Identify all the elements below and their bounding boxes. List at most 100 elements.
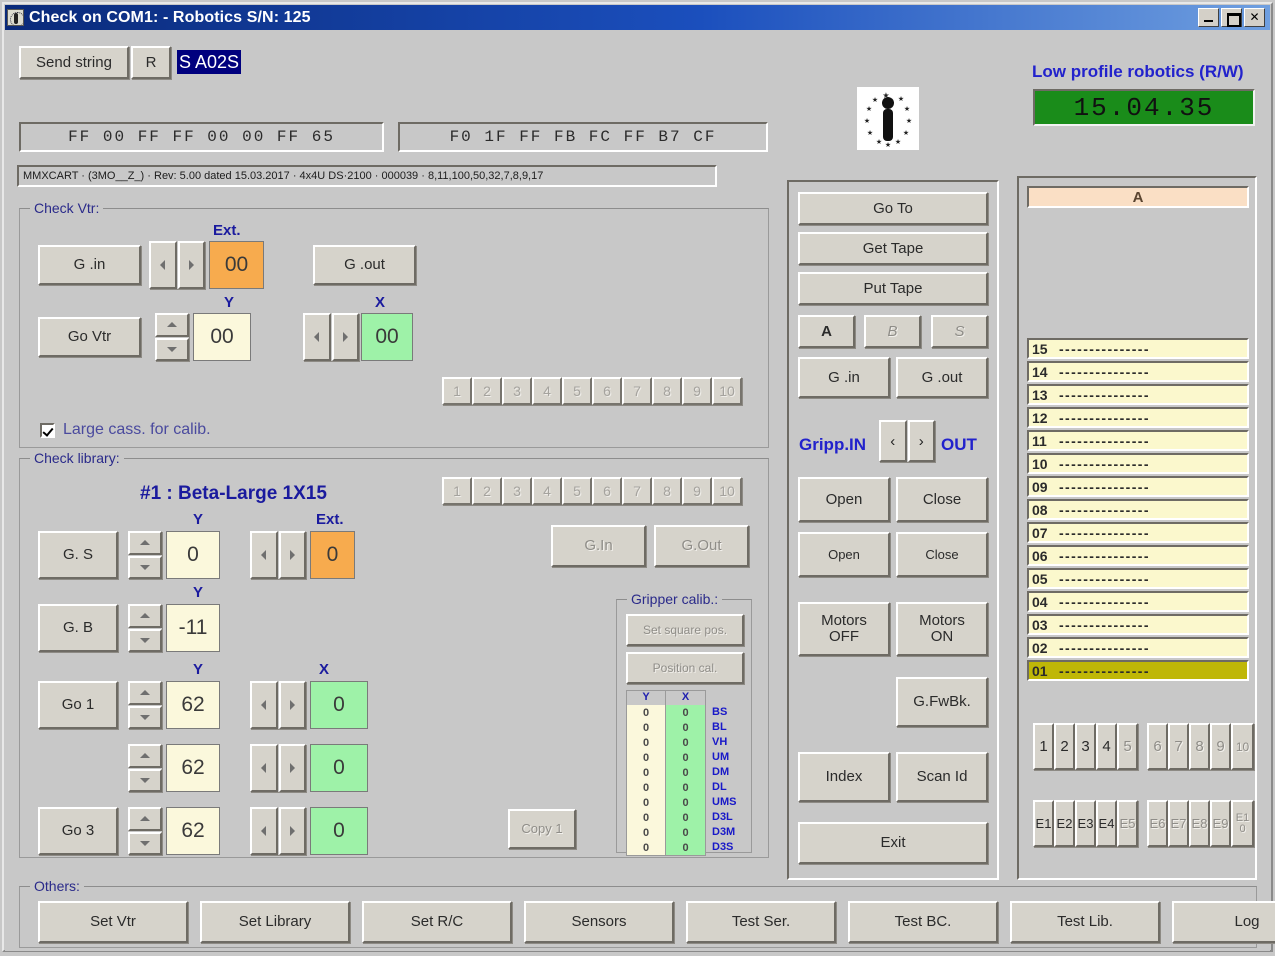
g-fwbk-button[interactable]: G.FwBk. (896, 677, 988, 727)
drive-button-5[interactable]: 5 (1117, 723, 1138, 770)
mode-a-button[interactable]: A (798, 315, 855, 348)
vtr-y-spin-up[interactable] (155, 313, 189, 337)
cmd-g-in-button[interactable]: G .in (798, 357, 890, 398)
vtr-x-value[interactable]: 00 (361, 313, 413, 361)
go3-button[interactable]: Go 3 (38, 807, 118, 855)
open-small-button[interactable]: Open (798, 532, 890, 577)
go1-y-spinner[interactable] (128, 681, 162, 729)
mode-s-button[interactable]: S (931, 315, 988, 348)
log-button[interactable]: Log (1172, 901, 1275, 943)
elem-buttons-group-a[interactable]: E1 E2 E3 E4 E5 (1033, 800, 1138, 847)
drive-button-2[interactable]: 2 (1054, 723, 1075, 770)
vtr-x-spin-left[interactable] (303, 313, 331, 361)
vtr-number-strip[interactable]: 1 2 3 4 5 6 7 8 9 10 (442, 377, 742, 405)
gs-ext-value[interactable]: 0 (310, 531, 355, 579)
lib-num-8[interactable]: 8 (652, 477, 682, 505)
slot-row-07[interactable]: 07 --------------- (1027, 522, 1249, 543)
slot-row-15[interactable]: 15 --------------- (1027, 338, 1249, 359)
library-g-out-button[interactable]: G.Out (654, 525, 749, 567)
go2-x-spinner[interactable] (250, 744, 306, 792)
go3-x-spinner[interactable] (250, 807, 306, 855)
gs-y-spin-down[interactable] (128, 555, 162, 579)
send-string-button[interactable]: Send string (19, 46, 129, 79)
vtr-x-spinner[interactable] (303, 313, 359, 361)
elem-button-e10[interactable]: E10 (1231, 800, 1254, 847)
test-bc-button[interactable]: Test BC. (848, 901, 998, 943)
lib-num-4[interactable]: 4 (532, 477, 562, 505)
go2-x-spin-left[interactable] (250, 744, 278, 792)
vtr-ext-spin-right[interactable] (177, 241, 205, 289)
go1-x-spinner[interactable] (250, 681, 306, 729)
large-cass-checkbox-box[interactable] (40, 422, 55, 438)
slot-row-03[interactable]: 03 --------------- (1027, 614, 1249, 635)
gb-button[interactable]: G. B (38, 604, 118, 652)
gb-y-spin-down[interactable] (128, 628, 162, 652)
close-small-button[interactable]: Close (896, 532, 988, 577)
gs-y-spinner[interactable] (128, 531, 162, 579)
drive-button-10[interactable]: 10 (1231, 723, 1254, 770)
go1-y-spin-down[interactable] (128, 705, 162, 729)
get-tape-button[interactable]: Get Tape (798, 232, 988, 265)
slot-row-09[interactable]: 09 --------------- (1027, 476, 1249, 497)
vtr-num-7[interactable]: 7 (622, 377, 652, 405)
go2-x-spin-right[interactable] (278, 744, 306, 792)
set-square-pos-button[interactable]: Set square pos. (626, 614, 744, 646)
mode-b-button[interactable]: B (864, 315, 921, 348)
go1-y-value[interactable]: 62 (166, 681, 220, 729)
slot-row-10[interactable]: 10 --------------- (1027, 453, 1249, 474)
go2-y-value[interactable]: 62 (166, 744, 220, 792)
slot-row-14[interactable]: 14 --------------- (1027, 361, 1249, 382)
slot-row-08[interactable]: 08 --------------- (1027, 499, 1249, 520)
gb-y-spin-up[interactable] (128, 604, 162, 628)
elem-buttons-group-b[interactable]: E6 E7 E8 E9 E10 (1147, 800, 1254, 847)
motors-off-button[interactable]: Motors OFF (798, 602, 890, 656)
slot-row-01[interactable]: 01 --------------- (1027, 660, 1249, 681)
go-vtr-button[interactable]: Go Vtr (38, 317, 141, 357)
slot-row-12[interactable]: 12 --------------- (1027, 407, 1249, 428)
position-cal-button[interactable]: Position cal. (626, 652, 744, 684)
r-button[interactable]: R (131, 46, 171, 79)
drive-buttons-group-a[interactable]: 1 2 3 4 5 (1033, 723, 1138, 770)
copy-1-button[interactable]: Copy 1 (508, 809, 576, 849)
elem-button-e8[interactable]: E8 (1189, 800, 1210, 847)
gs-button[interactable]: G. S (38, 531, 118, 579)
go1-x-spin-right[interactable] (278, 681, 306, 729)
slot-row-04[interactable]: 04 --------------- (1027, 591, 1249, 612)
lib-num-10[interactable]: 10 (712, 477, 742, 505)
vtr-num-2[interactable]: 2 (472, 377, 502, 405)
drive-buttons-group-b[interactable]: 6 7 8 9 10 (1147, 723, 1254, 770)
go3-x-spin-right[interactable] (278, 807, 306, 855)
open-big-button[interactable]: Open (798, 477, 890, 522)
go-to-button[interactable]: Go To (798, 192, 988, 225)
lib-num-7[interactable]: 7 (622, 477, 652, 505)
vtr-y-value[interactable]: 00 (193, 313, 251, 361)
scan-id-button[interactable]: Scan Id (896, 752, 988, 802)
lib-num-9[interactable]: 9 (682, 477, 712, 505)
elem-button-e1[interactable]: E1 (1033, 800, 1054, 847)
send-string-value[interactable]: S A02S (177, 50, 242, 74)
go1-button[interactable]: Go 1 (38, 681, 118, 729)
drive-button-7[interactable]: 7 (1168, 723, 1189, 770)
vtr-num-9[interactable]: 9 (682, 377, 712, 405)
large-cass-checkbox[interactable]: Large cass. for calib. (40, 421, 211, 439)
elem-button-e3[interactable]: E3 (1075, 800, 1096, 847)
go3-y-spinner[interactable] (128, 807, 162, 855)
go3-x-value[interactable]: 0 (310, 807, 368, 855)
go2-y-spin-down[interactable] (128, 768, 162, 792)
drive-button-8[interactable]: 8 (1189, 723, 1210, 770)
go2-x-value[interactable]: 0 (310, 744, 368, 792)
vtr-y-spin-down[interactable] (155, 337, 189, 361)
vtr-g-in-button[interactable]: G .in (38, 245, 141, 285)
go2-y-spin-up[interactable] (128, 744, 162, 768)
slot-row-02[interactable]: 02 --------------- (1027, 637, 1249, 658)
vtr-num-6[interactable]: 6 (592, 377, 622, 405)
elem-button-e5[interactable]: E5 (1117, 800, 1138, 847)
gripp-prev-button[interactable]: ‹ (879, 420, 907, 462)
vtr-x-spin-right[interactable] (331, 313, 359, 361)
set-rc-button[interactable]: Set R/C (362, 901, 512, 943)
vtr-ext-value[interactable]: 00 (209, 241, 264, 289)
vtr-num-5[interactable]: 5 (562, 377, 592, 405)
set-library-button[interactable]: Set Library (200, 901, 350, 943)
go3-x-spin-left[interactable] (250, 807, 278, 855)
gb-y-spinner[interactable] (128, 604, 162, 652)
